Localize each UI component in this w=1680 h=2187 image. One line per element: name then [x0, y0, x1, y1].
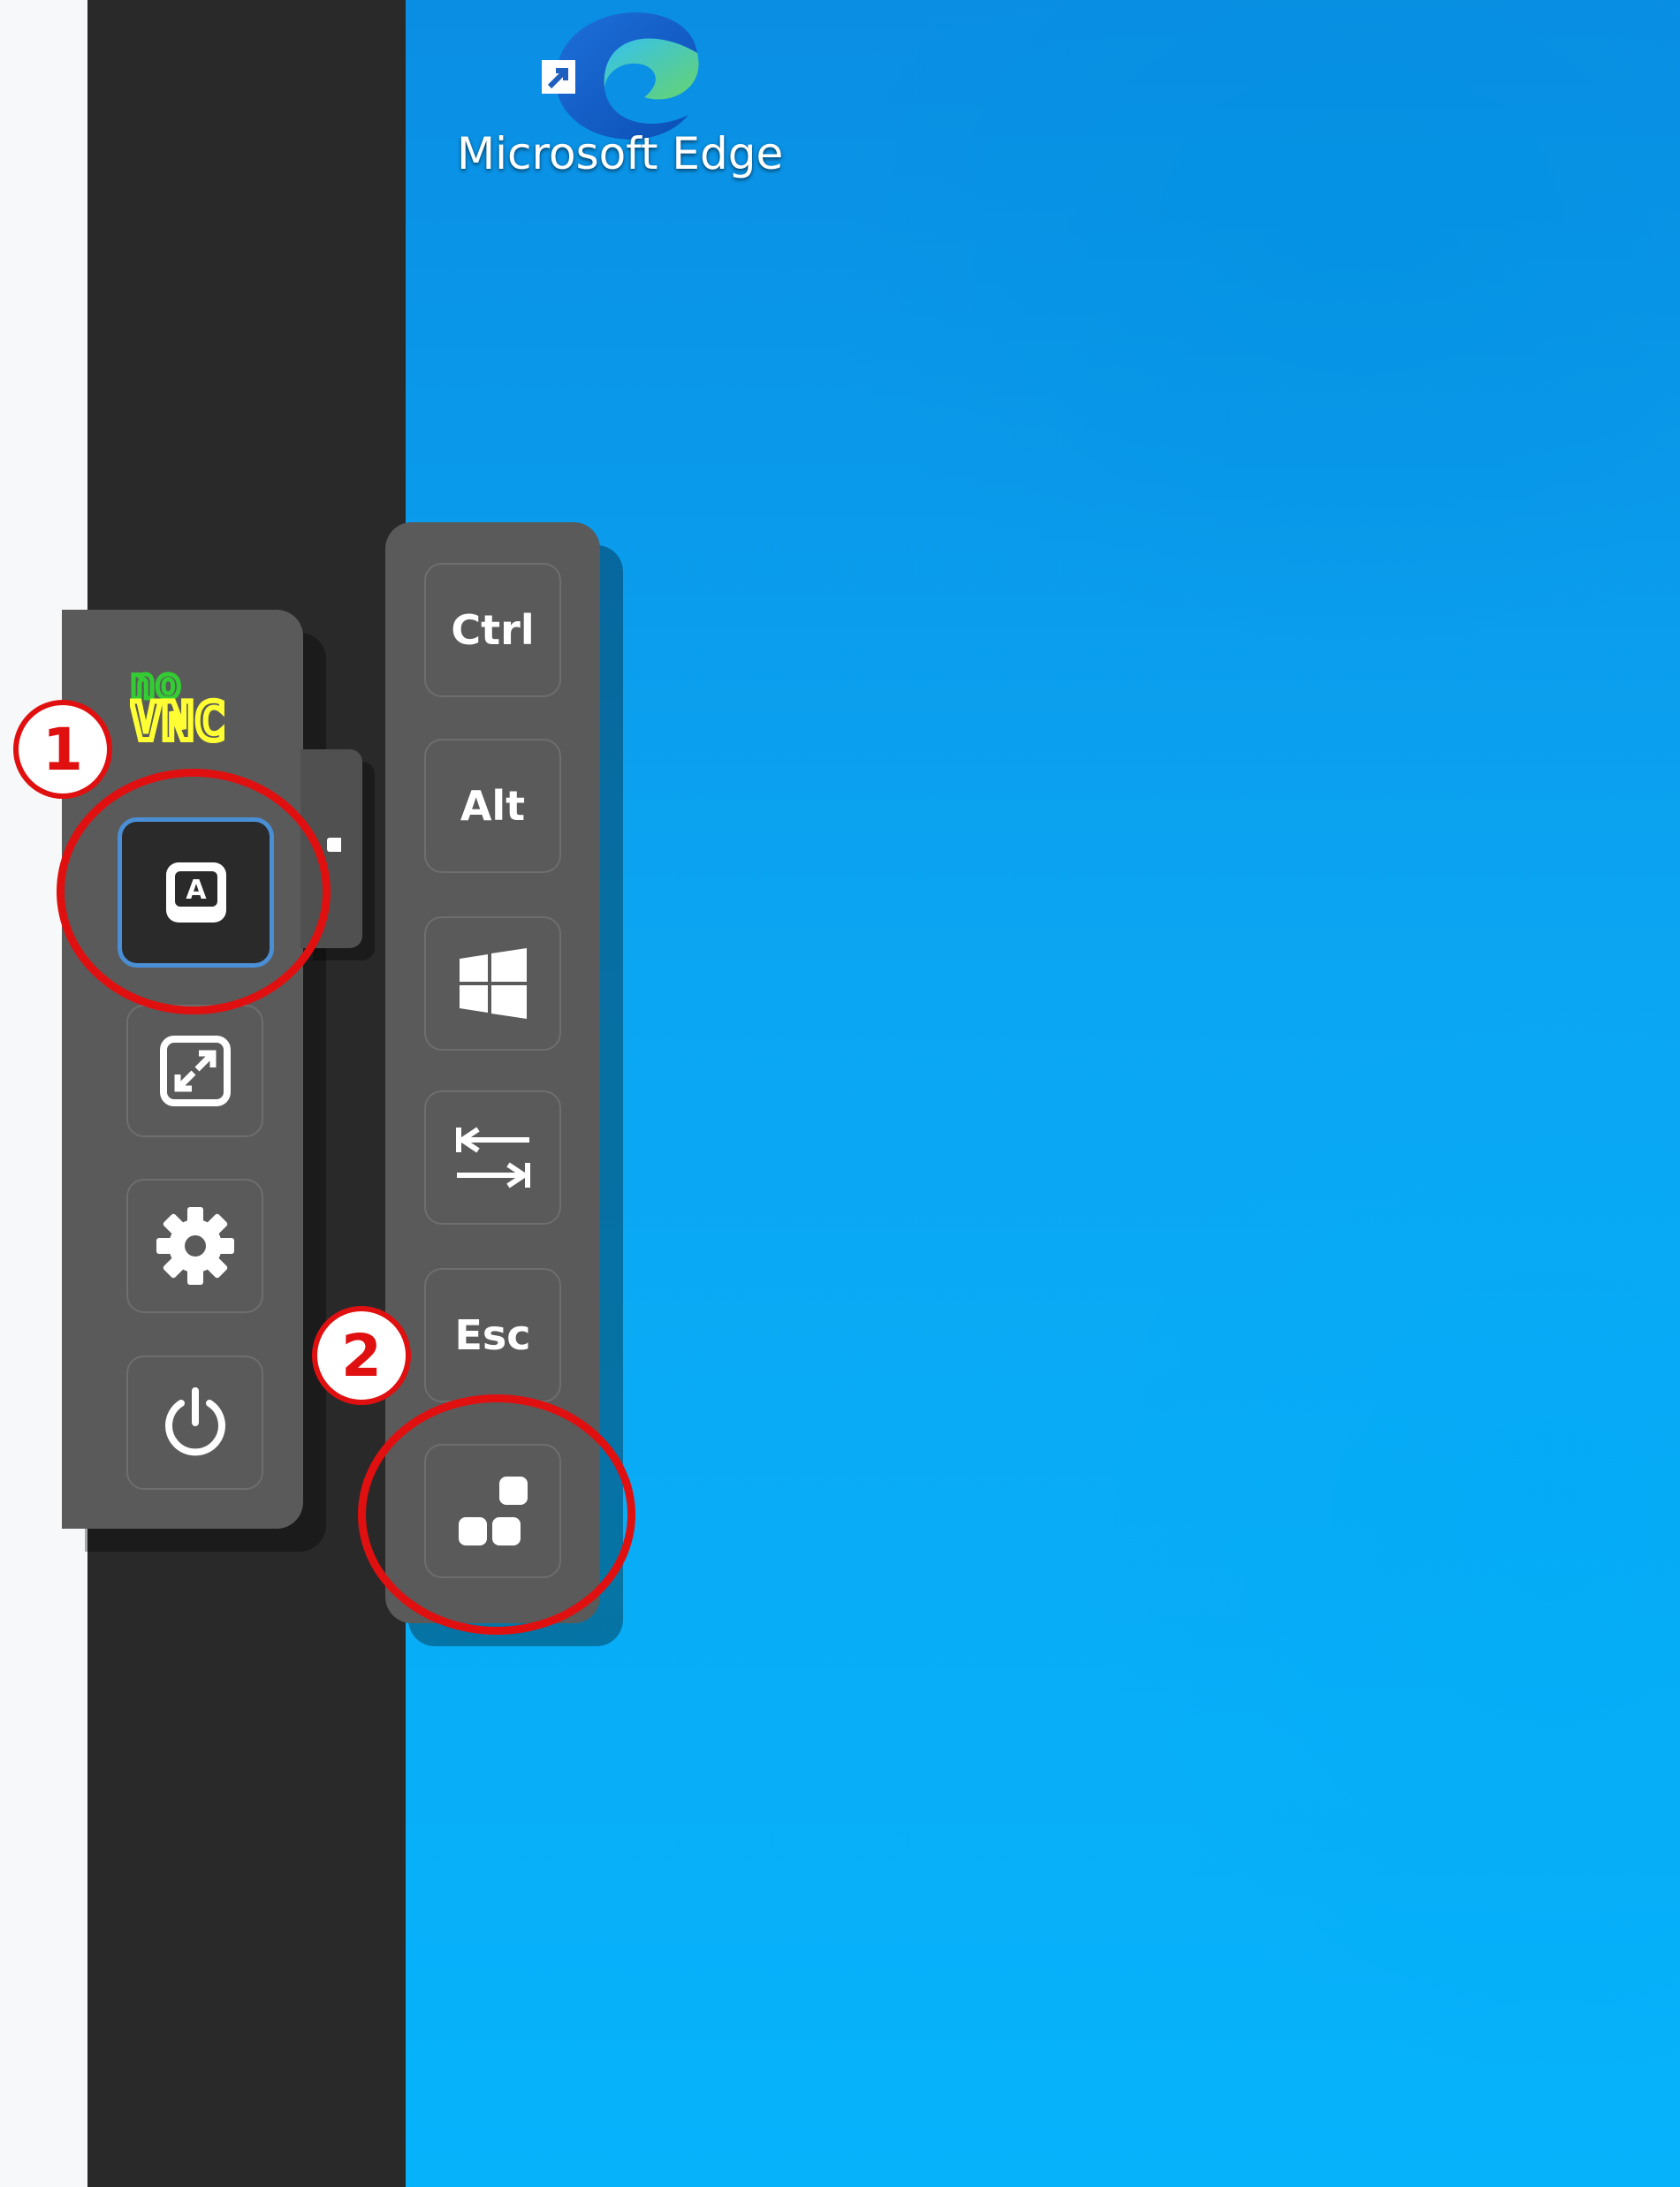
handle-grip — [327, 838, 341, 852]
annotation-number-1: 1 — [42, 715, 83, 784]
annotation-number-2: 2 — [341, 1321, 382, 1390]
settings-button[interactable] — [126, 1179, 263, 1313]
ctrl-key-label: Ctrl — [451, 606, 535, 654]
esc-key-button[interactable]: Esc — [424, 1268, 561, 1402]
esc-key-label: Esc — [454, 1311, 531, 1359]
tab-icon — [455, 1127, 530, 1188]
alt-key-button[interactable]: Alt — [424, 739, 561, 873]
fullscreen-button[interactable] — [126, 1005, 263, 1137]
annotation-badge-2: 2 — [312, 1306, 411, 1405]
annotation-circle-2 — [358, 1394, 635, 1635]
windows-key-button[interactable] — [424, 916, 561, 1051]
alt-key-label: Alt — [460, 782, 526, 830]
disconnect-button[interactable] — [126, 1355, 263, 1490]
annotation-circle-1 — [57, 769, 331, 1014]
desktop-shortcut-label: Microsoft Edge — [457, 128, 784, 179]
tab-key-button[interactable] — [424, 1090, 561, 1225]
gear-icon — [156, 1207, 234, 1285]
windows-logo-icon — [459, 948, 527, 1019]
power-icon — [164, 1387, 225, 1456]
fullscreen-icon — [159, 1036, 231, 1106]
ctrl-key-button[interactable]: Ctrl — [424, 563, 561, 697]
svg-text:VNC: VNC — [130, 691, 225, 747]
novnc-logo: no VNC — [130, 658, 228, 747]
annotation-badge-1: 1 — [13, 700, 112, 799]
